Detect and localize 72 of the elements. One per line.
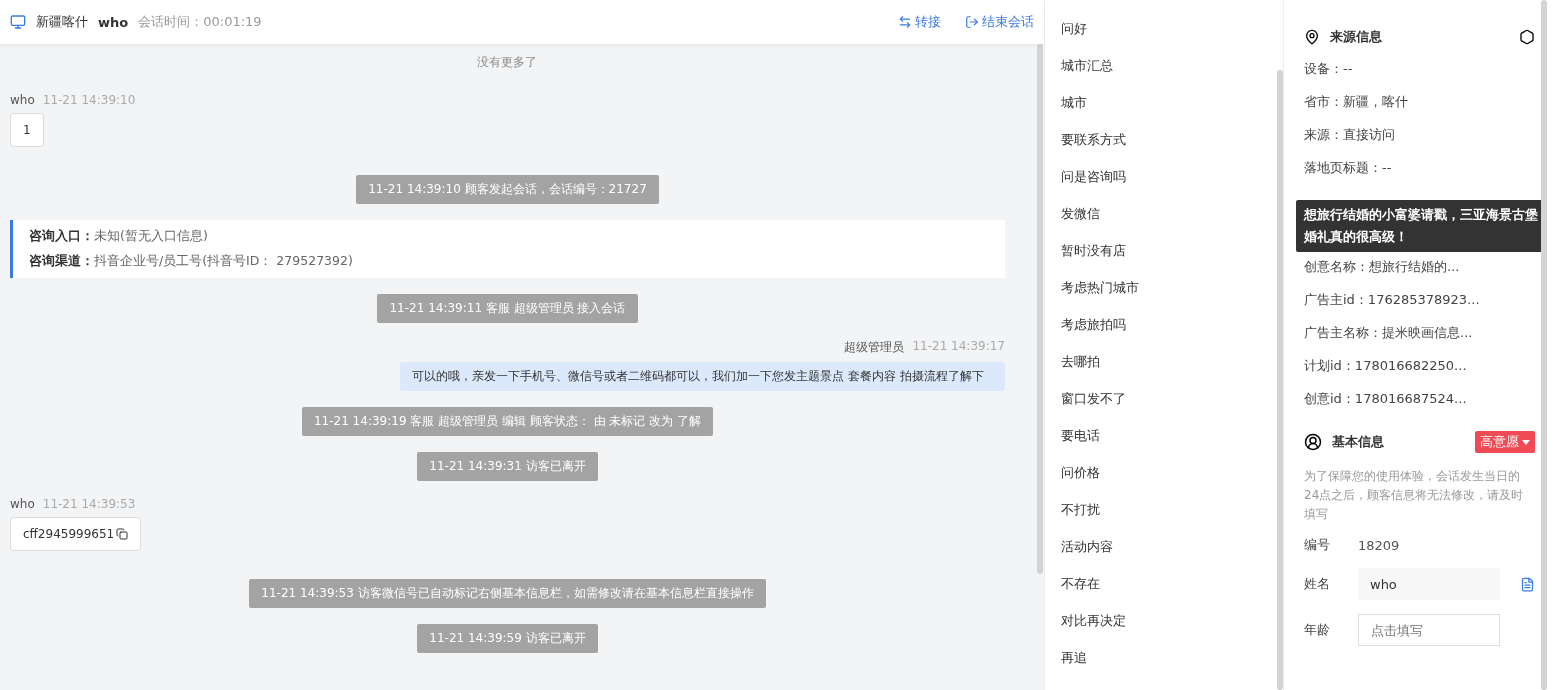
quick-reply-item[interactable]: 城市汇总 [1061, 57, 1267, 75]
sender-name: who [10, 93, 35, 107]
scrollbar[interactable] [1037, 44, 1043, 574]
message-bubble: 1 [10, 113, 44, 147]
settings-icon[interactable] [1519, 29, 1535, 45]
quick-reply-item[interactable]: 要联系方式 [1061, 131, 1267, 149]
entry-info-line: 咨询入口：未知(暂无入口信息) [29, 228, 209, 245]
quick-reply-item[interactable]: 发微信 [1061, 205, 1267, 223]
monitor-icon [10, 14, 26, 30]
session-time: 会话时间：00:01:19 [138, 13, 262, 31]
section-title: 来源信息 [1330, 28, 1383, 46]
quick-reply-item[interactable]: 不打扰 [1061, 501, 1267, 519]
scrollbar[interactable] [1277, 70, 1283, 690]
visitor-name: who [98, 14, 129, 30]
info-row-text: 设备：-- [1304, 60, 1354, 78]
message-time: 11-21 14:39:17 [912, 339, 1005, 355]
field-label: 年龄 [1304, 621, 1331, 639]
section-title: 基本信息 [1332, 433, 1385, 451]
system-notice: 11-21 14:39:10 顾客发起会话，会话编号：21727 [356, 175, 659, 204]
swap-arrows-icon [898, 15, 912, 29]
info-row-text: 落地页标题：-- [1304, 159, 1393, 177]
location-pin-icon [1304, 29, 1320, 45]
user-icon [1304, 433, 1322, 451]
quick-reply-item[interactable]: 活动内容 [1061, 538, 1267, 556]
info-row-text: 广告主id：176285378923... [1304, 291, 1481, 309]
transfer-button[interactable]: 转接 [898, 13, 941, 31]
field-value: 18209 [1358, 537, 1400, 553]
quick-reply-item[interactable]: 考虑旅拍吗 [1061, 316, 1267, 334]
quick-reply-item[interactable]: 再追 [1061, 649, 1267, 667]
info-row-text: 来源：直接访问 [1304, 126, 1396, 144]
sender-name: 超级管理员 [844, 339, 905, 356]
document-icon[interactable] [1520, 576, 1535, 592]
quick-reply-item[interactable]: 要电话 [1061, 427, 1267, 445]
message-bubble: 可以的哦，亲发一下手机号、微信号或者二维码都可以，我们加一下您发主题景点 套餐内容 拍摄流程了解下 [400, 362, 1005, 391]
message-bubble: cff2945999651 [10, 517, 142, 551]
system-notice: 11-21 14:39:53 访客微信号已自动标记右侧基本信息栏，如需修改请在基本信息栏直接操作 [249, 579, 766, 608]
system-notice: 11-21 14:39:11 客服 超级管理员 接入会话 [377, 294, 638, 323]
quick-reply-item[interactable]: 城市 [1061, 94, 1267, 112]
quick-reply-item[interactable]: 考虑热门城市 [1061, 279, 1267, 297]
message-time: 11-21 14:39:10 [42, 93, 136, 107]
input-field[interactable]: who [1358, 568, 1500, 600]
quick-reply-item[interactable]: 问好 [1061, 20, 1267, 38]
system-notice: 11-21 14:39:59 访客已离开 [417, 624, 598, 653]
info-row-text: 创意名称：想旅行结婚的... [1304, 258, 1461, 276]
end-session-button[interactable]: 结束会话 [965, 13, 1034, 31]
notice-text: 为了保障您的使用体验，会话发生当日的24点之后，顾客信息将无法修改，请及时填写 [1304, 468, 1525, 523]
field-label: 姓名 [1304, 575, 1331, 593]
scrollbar[interactable] [1541, 0, 1547, 690]
info-row-text: 计划id：178016682250... [1304, 357, 1468, 375]
quick-reply-item[interactable]: 去哪拍 [1061, 353, 1267, 371]
info-row-text: 省市：新疆，喀什 [1304, 93, 1409, 111]
quick-reply-item[interactable]: 不存在 [1061, 575, 1267, 593]
field-label: 编号 [1304, 536, 1331, 554]
intent-dropdown[interactable]: 高意愿 [1475, 431, 1535, 453]
sender-name: who [10, 497, 35, 511]
input-field[interactable]: 点击填写 [1358, 614, 1500, 646]
quick-reply-item[interactable]: 暂时没有店 [1061, 242, 1267, 260]
quick-reply-item[interactable]: 问是咨询吗 [1061, 168, 1267, 186]
quick-reply-item[interactable]: 窗口发不了 [1061, 390, 1267, 408]
info-row-text: 广告主名称：提米映画信息... [1304, 324, 1474, 342]
quick-reply-item[interactable]: 对比再决定 [1061, 612, 1267, 630]
caret-icon [1522, 440, 1530, 445]
exit-icon [965, 15, 979, 29]
message-time: 11-21 14:39:53 [42, 497, 136, 511]
quick-reply-item[interactable]: 问价格 [1061, 464, 1267, 482]
location-text: 新疆喀什 [36, 13, 88, 31]
system-notice: 11-21 14:39:31 访客已离开 [417, 452, 598, 481]
copy-icon[interactable] [116, 528, 129, 540]
system-notice: 11-21 14:39:19 客服 超级管理员 编辑 顾客状态： 由 未标记 改为 了解 [301, 407, 714, 436]
entry-info-line: 咨询渠道：抖音企业号/员工号(抖音号ID： 279527392) [29, 253, 354, 270]
info-row-text: 创意id：178016687524... [1304, 390, 1468, 408]
no-more-text: 没有更多了 [476, 54, 539, 71]
